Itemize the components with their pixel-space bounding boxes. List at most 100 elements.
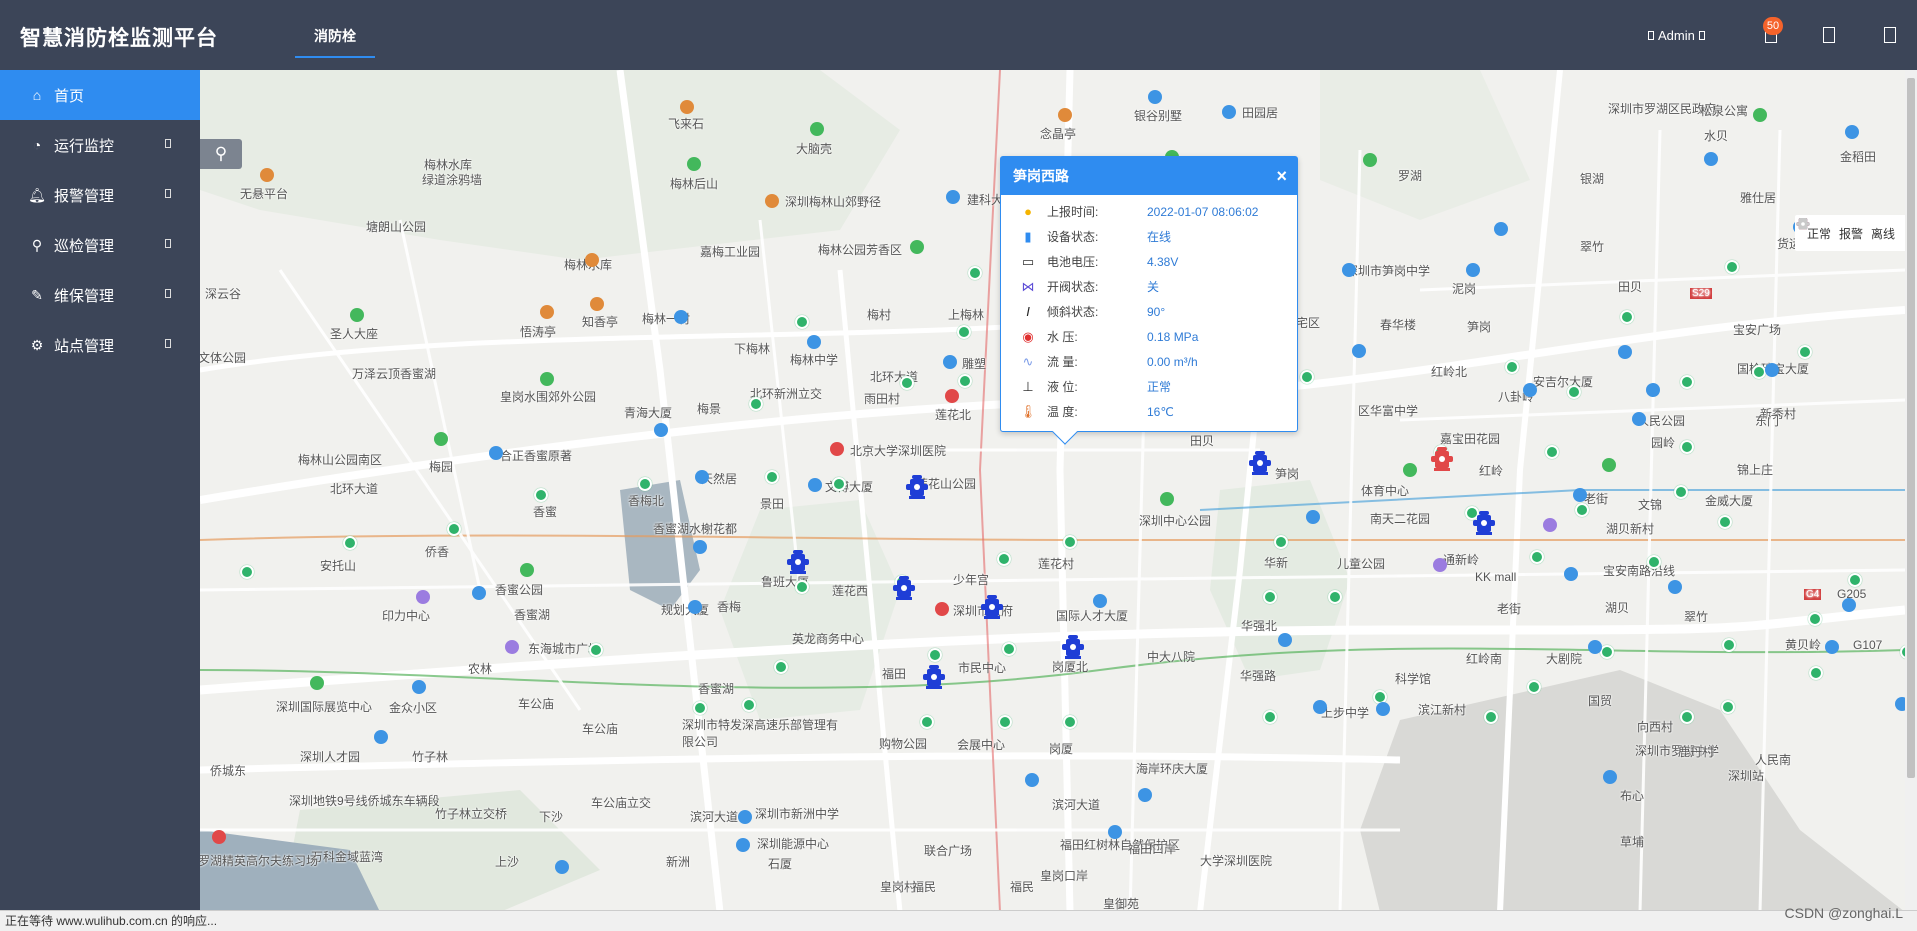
metro-station-icon <box>1575 503 1589 517</box>
poi-icon <box>1895 697 1905 711</box>
metro-station-icon <box>1567 385 1581 399</box>
poi-icon <box>1342 263 1356 277</box>
map-label: 东门 <box>1755 414 1780 428</box>
metro-station-icon <box>1680 375 1694 389</box>
map-label: 圣人大座 <box>330 327 379 341</box>
map-search-button[interactable]: ⚲ <box>200 139 242 169</box>
map-label: 香蜜湖 <box>698 682 735 696</box>
sidebar-item-home[interactable]: ⌂ 首页 <box>0 70 200 120</box>
clock-icon: ● <box>1024 204 1032 219</box>
poi-icon <box>688 600 702 614</box>
map-label: 福民 <box>1010 880 1035 894</box>
sidebar-item-inspection[interactable]: ⚲ 巡检管理 <box>0 220 200 270</box>
sidebar-item-maintenance[interactable]: ✎ 维保管理 <box>0 270 200 320</box>
tab-hydrant[interactable]: 消防栓 <box>295 26 375 58</box>
map-label: 岗厦 <box>1049 742 1074 756</box>
poi-icon <box>1618 345 1632 359</box>
top-bar: 智慧消防栓监测平台 消防栓 Admin 50 <box>0 0 1917 70</box>
map-label: 景田 <box>760 497 785 511</box>
map-label: 香蜜公园 <box>495 583 544 597</box>
map-label: 银谷别墅 <box>1134 109 1183 123</box>
poi-icon <box>540 305 554 319</box>
hydrant-marker-normal[interactable] <box>786 547 810 577</box>
sidebar-item-label: 首页 <box>54 87 85 105</box>
map-label: 草埔 <box>1620 835 1645 849</box>
hydrant-marker-normal[interactable] <box>1472 508 1496 538</box>
metro-station-icon <box>534 488 548 502</box>
metro-station-icon <box>1752 365 1766 379</box>
map-label: 南天二花园 <box>1370 512 1431 526</box>
hydrant-marker-normal[interactable] <box>980 592 1004 622</box>
user-menu[interactable]: Admin <box>1648 28 1705 43</box>
alarm-icon: 🔔︎ <box>28 186 46 203</box>
vertical-scrollbar[interactable] <box>1905 70 1917 915</box>
poi-icon <box>1313 700 1327 714</box>
map-label: 购物公园 <box>879 737 928 751</box>
scrollbar-thumb[interactable] <box>1907 78 1915 778</box>
map-label: 香梅北 <box>628 494 665 508</box>
metro-station-icon <box>1674 485 1688 499</box>
sidebar-item-alarm[interactable]: 🔔︎ 报警管理 <box>0 170 200 220</box>
poi-icon <box>945 389 959 403</box>
map-label: 悟涛亭 <box>520 325 557 339</box>
popup-value: 4.38V <box>1147 254 1179 269</box>
road-shield: G4 <box>1804 589 1822 600</box>
poi-icon <box>1602 458 1616 472</box>
map-label: 田贝 <box>1618 280 1643 294</box>
map-label: 福民 <box>912 880 937 894</box>
map-canvas[interactable]: 飞来石 大脑壳 念晶亭 银谷别墅 田园居 梅林水库 绿道涂鸦墙 梅林后山 深圳梅… <box>200 70 1905 912</box>
map-label: 宝安南路沿线 <box>1603 564 1676 578</box>
metro-station-icon <box>1505 360 1519 374</box>
sidebar-item-monitor[interactable]: ◔ 运行监控 <box>0 120 200 170</box>
sidebar-item-sites[interactable]: ⚙ 站点管理 <box>0 320 200 370</box>
map-label: 红岭南 <box>1466 652 1503 666</box>
map-label: 人民南 <box>1755 753 1792 767</box>
hydrant-marker-normal[interactable] <box>922 662 946 692</box>
hydrant-marker-normal[interactable] <box>1248 448 1272 478</box>
map-label: 翠竹 <box>1580 240 1605 254</box>
map-label: 华强路 <box>1240 669 1277 683</box>
legend-alarm-label: 报警 <box>1839 226 1864 241</box>
map-label: 华新 <box>1264 556 1289 570</box>
map-label: G107 <box>1853 638 1883 652</box>
fullscreen-icon[interactable] <box>1823 27 1835 43</box>
map-label: 梅村 <box>867 308 892 322</box>
legend-offline-label: 离线 <box>1871 226 1896 241</box>
map-label: 大剧院 <box>1546 652 1583 666</box>
map-label: 湖贝新村 <box>1606 522 1655 536</box>
metro-station-icon <box>765 470 779 484</box>
hydrant-marker-normal[interactable] <box>905 472 929 502</box>
map-label: 老街 <box>1497 602 1522 616</box>
poi-icon <box>738 810 752 824</box>
poi-icon <box>1058 108 1072 122</box>
poi-icon <box>1543 518 1557 532</box>
popup-label: 温 度: <box>1047 405 1078 419</box>
legend-alarm: 报警 <box>1796 218 1864 242</box>
logout-icon[interactable] <box>1884 27 1896 43</box>
metro-station-icon <box>957 325 971 339</box>
hydrant-marker-normal[interactable] <box>892 573 916 603</box>
poi-icon <box>1646 383 1660 397</box>
popup-row-tilt: I 倾斜状态: 90° <box>1001 299 1297 324</box>
popup-value: 在线 <box>1147 230 1172 244</box>
map-label: 深圳站 <box>1728 769 1765 783</box>
map-label: 联合广场 <box>924 844 973 858</box>
poi-icon <box>540 372 554 386</box>
map-label: 中大八院 <box>1147 650 1196 664</box>
popup-value: 正常 <box>1147 380 1172 394</box>
metro-station-icon <box>1063 535 1077 549</box>
map-label: 国际人才大厦 <box>1056 609 1129 623</box>
hydrant-marker-alarm[interactable] <box>1430 444 1454 474</box>
metro-station-icon <box>1263 590 1277 604</box>
poi-icon <box>935 602 949 616</box>
close-icon[interactable]: × <box>1276 157 1287 195</box>
metro-station-icon <box>795 580 809 594</box>
map-label: 车公庙 <box>518 697 555 711</box>
map-label: 梅园 <box>429 460 454 474</box>
map-label: 嘉梅工业园 <box>700 245 761 259</box>
map-label: 春华楼 <box>1380 318 1417 332</box>
poi-icon <box>1668 580 1682 594</box>
hydrant-marker-normal[interactable] <box>1061 632 1085 662</box>
metro-station-icon <box>693 701 707 715</box>
pressure-icon: ◉ <box>1022 328 1034 344</box>
